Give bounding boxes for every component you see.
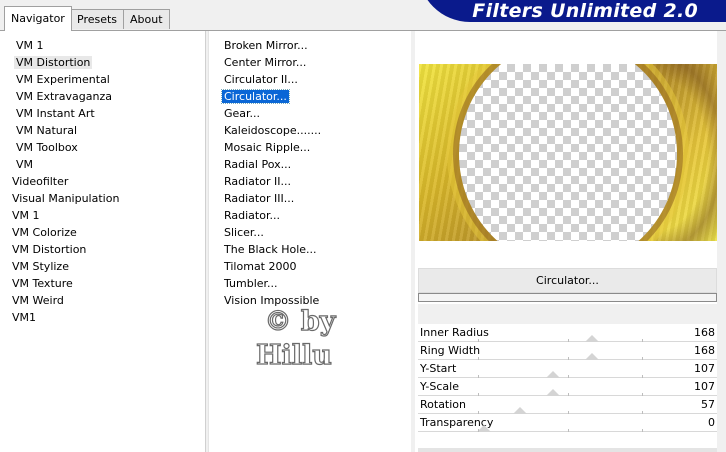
category-item[interactable]: VM 1 — [10, 207, 121, 224]
category-item[interactable]: Videofilter — [10, 173, 121, 190]
category-item-selected[interactable]: VM Distortion — [14, 54, 121, 71]
slider-thumb[interactable] — [585, 335, 600, 342]
param-value: 107 — [694, 380, 715, 393]
param-y-scale[interactable]: Y-Scale 107 — [418, 378, 717, 396]
bottom-divider — [418, 448, 717, 452]
watermark: © by Hillu — [255, 305, 337, 371]
param-value: 0 — [708, 416, 715, 429]
slider-thumb[interactable] — [545, 389, 560, 396]
tab-presets[interactable]: Presets — [70, 9, 125, 29]
filter-item[interactable]: Mosaic Ripple... — [222, 139, 323, 156]
active-filter-title: Circulator... — [418, 268, 717, 293]
filter-item[interactable]: Radiator... — [222, 207, 323, 224]
tab-bar: Navigator Presets About Filters Unlimite… — [0, 0, 726, 31]
param-rotation[interactable]: Rotation 57 — [418, 396, 717, 414]
category-item[interactable]: VM Weird — [10, 292, 121, 309]
category-item[interactable]: VM Texture — [10, 275, 121, 292]
param-transparency[interactable]: Transparency 0 — [418, 414, 717, 432]
param-label: Ring Width — [420, 344, 481, 357]
category-item[interactable]: VM Instant Art — [14, 105, 121, 122]
filter-item[interactable]: Kaleidoscope....... — [222, 122, 323, 139]
param-label: Y-Scale — [420, 380, 459, 393]
right-gutter — [717, 31, 726, 452]
progress-bar — [418, 293, 717, 302]
category-item[interactable]: VM Distortion — [10, 241, 121, 258]
panel-splitter-right[interactable] — [411, 31, 415, 452]
category-item[interactable]: VM1 — [10, 309, 121, 326]
tab-navigator[interactable]: Navigator — [4, 6, 72, 31]
param-ring-width[interactable]: Ring Width 168 — [418, 342, 717, 360]
param-label: Rotation — [420, 398, 467, 411]
filter-item[interactable]: Tumbler... — [222, 275, 323, 292]
filter-item-selected[interactable]: Circulator... — [221, 88, 323, 105]
checkerboard-transparency-icon — [459, 64, 677, 241]
param-value: 168 — [694, 344, 715, 357]
filter-item[interactable]: Radiator II... — [222, 173, 323, 190]
category-item[interactable]: Visual Manipulation — [10, 190, 121, 207]
filter-item[interactable]: Circulator II... — [222, 71, 323, 88]
category-item[interactable]: VM Experimental — [14, 71, 121, 88]
category-item[interactable]: VM — [14, 156, 121, 173]
category-item[interactable]: VM Colorize — [10, 224, 121, 241]
filter-item[interactable]: Tilomat 2000 — [222, 258, 323, 275]
filter-item[interactable]: Gear... — [222, 105, 323, 122]
slider-thumb[interactable] — [513, 407, 528, 414]
param-inner-radius[interactable]: Inner Radius 168 — [418, 324, 717, 342]
param-value: 107 — [694, 362, 715, 375]
param-label: Y-Start — [420, 362, 457, 375]
slider-thumb[interactable] — [545, 371, 560, 378]
filter-item[interactable]: Radial Pox... — [222, 156, 323, 173]
tab-about[interactable]: About — [123, 9, 170, 29]
category-item[interactable]: VM Stylize — [10, 258, 121, 275]
watermark-line-1: © by — [265, 306, 337, 337]
spacer — [418, 304, 717, 324]
param-value: 57 — [701, 398, 715, 411]
slider-thumb[interactable] — [585, 353, 600, 360]
filter-item[interactable]: The Black Hole... — [222, 241, 323, 258]
category-item[interactable]: VM Natural — [14, 122, 121, 139]
filter-item[interactable]: Radiator III... — [222, 190, 323, 207]
category-item[interactable]: VM Toolbox — [14, 139, 121, 156]
category-list[interactable]: VM 1 VM Distortion VM Experimental VM Ex… — [12, 37, 121, 326]
slider-tick — [478, 429, 479, 432]
preview-image — [419, 64, 717, 241]
filter-item[interactable]: Center Mirror... — [222, 54, 323, 71]
app-banner: Filters Unlimited 2.0 — [418, 0, 726, 22]
filter-item[interactable]: Broken Mirror... — [222, 37, 323, 54]
filter-item[interactable]: Slicer... — [222, 224, 323, 241]
slider-thumb[interactable] — [477, 425, 491, 432]
slider-tick — [568, 429, 569, 432]
watermark-line-2: Hillu — [256, 340, 332, 371]
app-title: Filters Unlimited 2.0 — [472, 0, 698, 22]
slider-tick — [642, 429, 643, 432]
param-value: 168 — [694, 326, 715, 339]
category-item[interactable]: VM Extravaganza — [14, 88, 121, 105]
filter-list[interactable]: Broken Mirror... Center Mirror... Circul… — [221, 37, 323, 309]
category-item[interactable]: VM 1 — [14, 37, 121, 54]
param-y-start[interactable]: Y-Start 107 — [418, 360, 717, 378]
